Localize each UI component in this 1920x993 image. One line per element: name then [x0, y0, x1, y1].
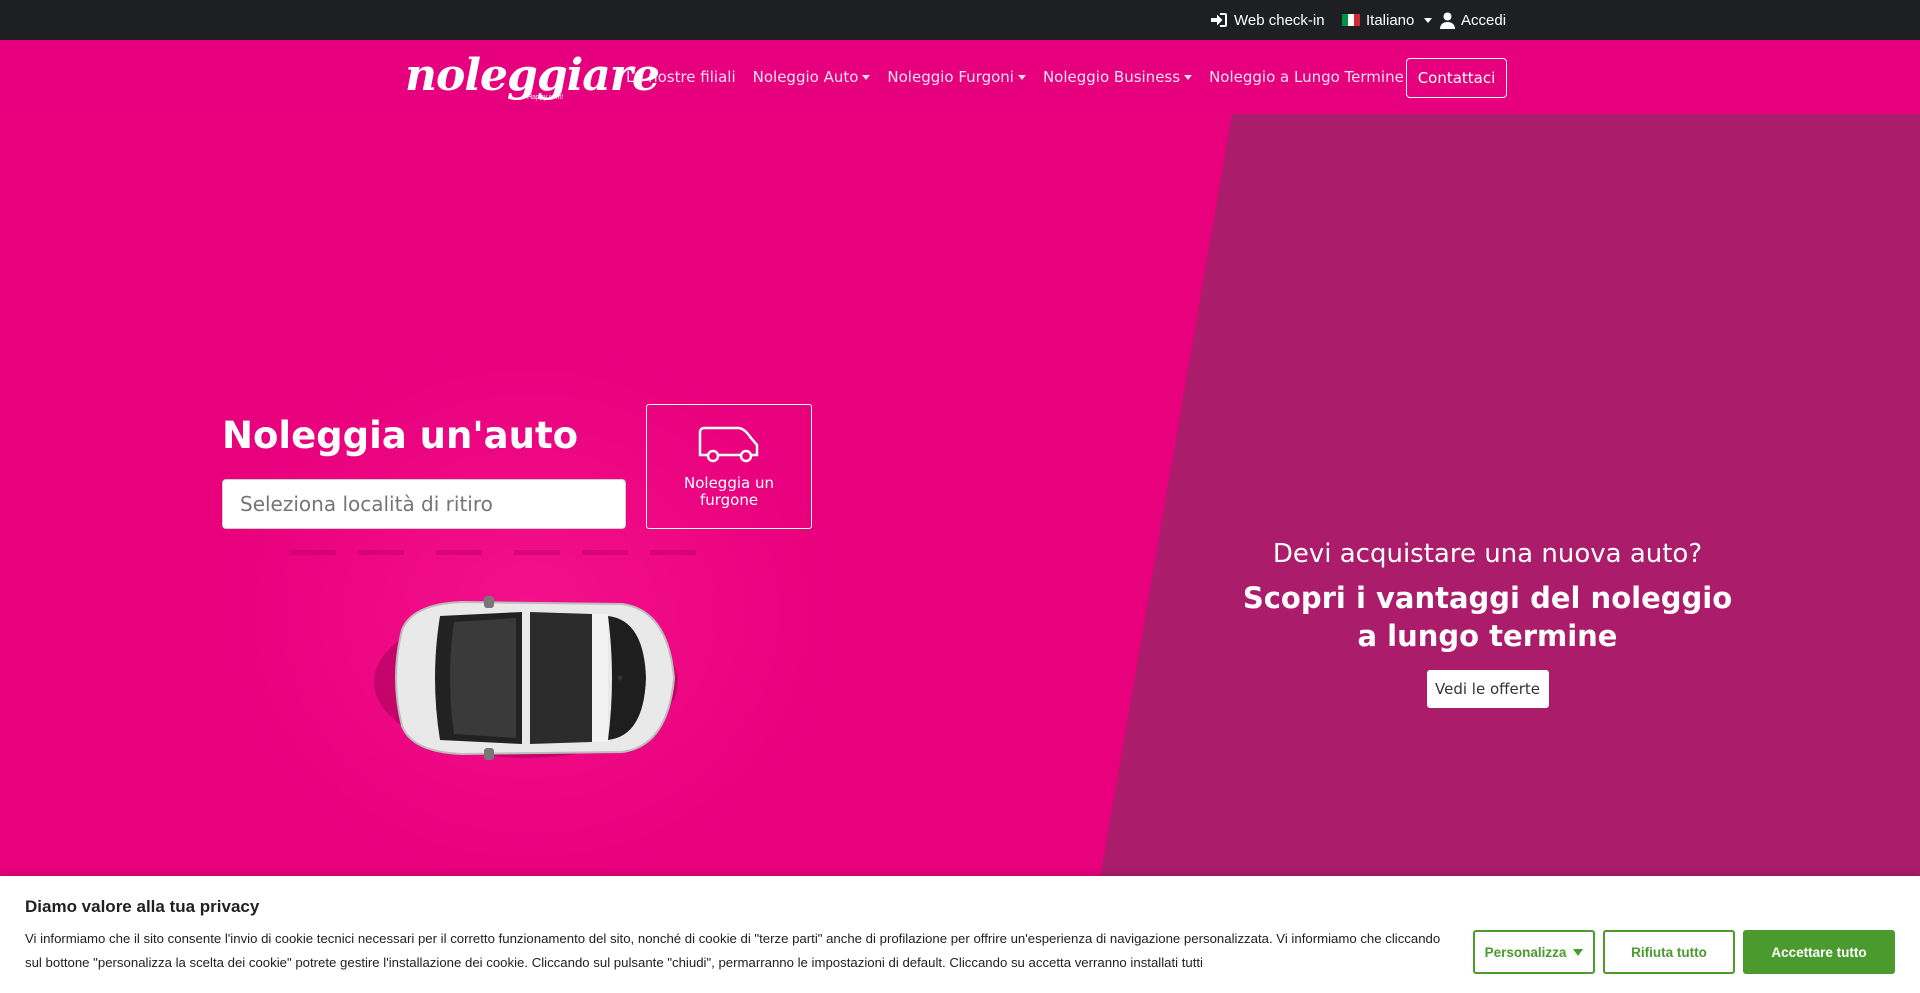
road-markings: [290, 550, 710, 556]
login-link[interactable]: Accedi: [1440, 0, 1506, 40]
caret-down-icon: [1184, 74, 1193, 80]
hero-heading: Noleggia un'auto: [222, 414, 579, 457]
user-icon: [1440, 12, 1455, 29]
language-label: Italiano: [1366, 11, 1415, 29]
rent-van-label: Noleggia un furgone: [684, 474, 774, 509]
car-image: [374, 596, 678, 760]
cookie-title: Diamo valore alla tua privacy: [25, 897, 260, 916]
top-utility-bar: Web check-in Italiano Accedi: [0, 0, 1920, 40]
nav-link-noleggio-business[interactable]: Noleggio Business: [1042, 68, 1193, 86]
login-label: Accedi: [1461, 11, 1507, 29]
customize-cookies-button[interactable]: Personalizza: [1473, 930, 1595, 974]
logo-tagline: Happy rent!: [527, 94, 564, 101]
nav-link-label: Noleggio Business: [1042, 68, 1181, 86]
van-icon: [698, 426, 759, 463]
main-navbar: noleggiare Happy rent! Le nostre filiali…: [0, 40, 1920, 114]
cookie-text: Vi informiamo che il sito consente l'inv…: [25, 931, 1441, 970]
nav-link-label: Noleggio a Lungo Termine: [1209, 68, 1404, 86]
promo-title: Scopri i vantaggi del noleggio a lungo t…: [1242, 581, 1733, 653]
caret-down-icon: [862, 74, 871, 80]
nav-link-noleggio-auto[interactable]: Noleggio Auto: [753, 68, 871, 86]
nav-links: Le nostre filiali Noleggio Auto Noleggio…: [626, 40, 1421, 114]
reject-all-button[interactable]: Rifiuta tutto: [1603, 930, 1735, 974]
nav-link-noleggio-furgoni[interactable]: Noleggio Furgoni: [887, 68, 1026, 86]
rent-van-button[interactable]: Noleggia un furgone: [646, 404, 812, 529]
web-checkin-label: Web check-in: [1234, 11, 1325, 29]
nav-link-label: Le nostre filiali: [626, 68, 736, 86]
view-offers-button[interactable]: Vedi le offerte: [1426, 670, 1549, 708]
customize-label: Personalizza: [1484, 944, 1567, 960]
nav-link-lungo-termine[interactable]: Noleggio a Lungo Termine: [1209, 68, 1404, 86]
language-selector[interactable]: Italiano: [1342, 0, 1433, 40]
cookie-banner: Diamo valore alla tua privacy Vi informi…: [0, 876, 1920, 993]
noleggiare-logo[interactable]: noleggiare Happy rent!: [405, 50, 660, 106]
sign-in-icon: [1211, 13, 1227, 27]
accept-all-button[interactable]: Accettare tutto: [1743, 930, 1895, 974]
caret-down-icon: [1424, 17, 1433, 23]
triangle-down-icon: [1573, 948, 1584, 956]
pickup-location-input[interactable]: [222, 479, 626, 529]
italy-flag-icon: [1342, 14, 1360, 26]
long-term-promo: Devi acquistare una nuova auto? Scopri i…: [1240, 539, 1735, 708]
promo-question: Devi acquistare una nuova auto?: [1272, 539, 1703, 569]
caret-down-icon: [1017, 74, 1026, 80]
nav-link-filiali[interactable]: Le nostre filiali: [626, 68, 736, 86]
hero-section: Noleggia un'auto Noleggia un furgone Dev…: [0, 114, 1920, 879]
nav-link-label: Noleggio Furgoni: [887, 68, 1014, 86]
contact-button[interactable]: Contattaci: [1406, 58, 1507, 98]
nav-link-label: Noleggio Auto: [752, 68, 859, 86]
web-checkin-link[interactable]: Web check-in: [1210, 0, 1325, 40]
